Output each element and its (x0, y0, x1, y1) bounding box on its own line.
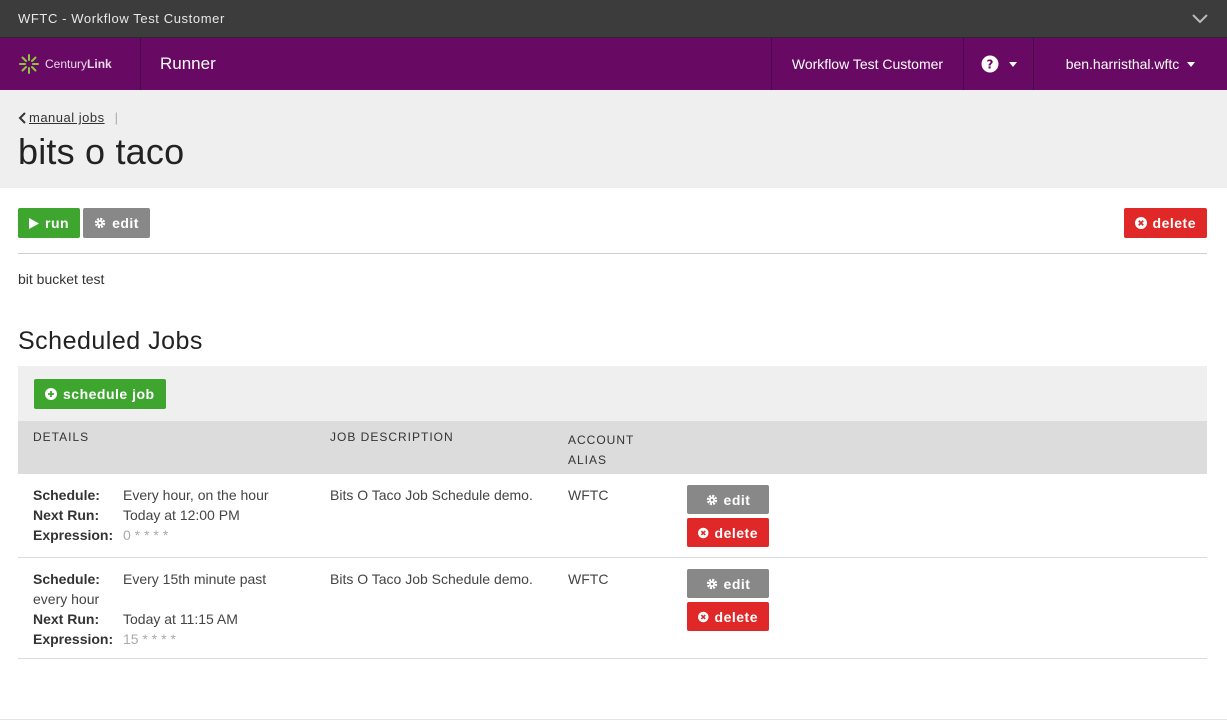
help-icon: ? (981, 55, 998, 73)
chevron-down-icon[interactable] (1191, 10, 1209, 28)
help-menu[interactable]: ? (963, 38, 1033, 90)
scheduled-jobs-panel: schedule job DETAILS JOB DESCRIPTION ACC… (18, 366, 1207, 659)
breadcrumb-separator: | (114, 110, 118, 125)
table-row: Schedule: Every hour, on the hour Next Ru… (18, 474, 1207, 558)
next-run-value: Today at 11:15 AM (123, 611, 238, 627)
footer-divider (0, 719, 1227, 720)
caret-down-icon (1008, 61, 1017, 67)
gear-icon (706, 578, 717, 589)
schedule-description: Bits O Taco Job Schedule demo. (330, 487, 533, 503)
top-navbar: CenturyLink Runner Workflow Test Custome… (0, 38, 1227, 90)
column-header-job-description: JOB DESCRIPTION (330, 430, 454, 444)
scheduled-jobs-toolbar: schedule job (18, 366, 1207, 421)
remove-circle-icon (698, 611, 709, 622)
gear-icon (706, 494, 717, 505)
customer-menu[interactable]: Workflow Test Customer (771, 38, 963, 90)
expression-value: 15 * * * * (123, 631, 176, 647)
page-title: bits o taco (18, 131, 185, 172)
centurylink-logo-icon (19, 54, 39, 74)
column-header-account-alias: ACCOUNT ALIAS (568, 433, 635, 467)
account-alias: WFTC (568, 571, 609, 587)
play-icon (29, 217, 39, 229)
schedule-job-button[interactable]: schedule job (34, 379, 166, 409)
schedule-description: Bits O Taco Job Schedule demo. (330, 571, 533, 587)
chevron-left-icon (18, 111, 26, 124)
user-name: ben.harristhal.wftc (1065, 56, 1180, 72)
table-row: Schedule: Every 15th minute past every ho… (18, 558, 1207, 659)
edit-schedule-button[interactable]: edit (687, 485, 769, 514)
caret-down-icon (1187, 61, 1196, 67)
table-header: DETAILS JOB DESCRIPTION ACCOUNT ALIAS (18, 421, 1207, 474)
brand-logo[interactable]: CenturyLink (0, 38, 141, 90)
schedule-details: Schedule: Every 15th minute past every ho… (33, 569, 330, 658)
schedule-value-continued: every hour (33, 591, 100, 607)
next-run-value: Today at 12:00 PM (123, 507, 240, 523)
brand-text: CenturyLink (45, 57, 112, 71)
schedule-value: Every 15th minute past (123, 571, 267, 587)
window-title: WFTC - Workflow Test Customer (18, 11, 225, 26)
plus-circle-icon (45, 388, 57, 400)
schedule-details: Schedule: Every hour, on the hour Next Ru… (33, 487, 269, 543)
delete-button[interactable]: delete (1123, 208, 1207, 238)
breadcrumb-link-manual-jobs[interactable]: manual jobs (29, 110, 105, 125)
app-name[interactable]: Runner (141, 38, 771, 90)
svg-text:?: ? (986, 58, 993, 72)
edit-button[interactable]: edit (83, 208, 150, 238)
job-description: bit bucket test (18, 271, 105, 287)
row-actions: edit delete (687, 569, 769, 658)
schedule-value: Every hour, on the hour (123, 487, 269, 503)
delete-schedule-button[interactable]: delete (687, 518, 769, 547)
edit-schedule-button[interactable]: edit (687, 569, 769, 598)
gear-icon (94, 217, 106, 229)
window-titlebar: WFTC - Workflow Test Customer (0, 0, 1227, 38)
breadcrumb: manual jobs | (18, 110, 1209, 125)
scheduled-jobs-title: Scheduled Jobs (18, 327, 203, 355)
column-header-details: DETAILS (33, 430, 90, 444)
account-alias: WFTC (568, 487, 609, 503)
user-menu[interactable]: ben.harristhal.wftc (1033, 38, 1227, 90)
run-button[interactable]: run (18, 208, 81, 238)
job-toolbar: run edit delete (0, 208, 1227, 238)
remove-circle-icon (698, 527, 709, 538)
delete-schedule-button[interactable]: delete (687, 602, 769, 631)
page-header: manual jobs | bits o taco (0, 90, 1227, 188)
row-actions: edit delete (687, 485, 769, 557)
remove-circle-icon (1134, 217, 1147, 229)
expression-value: 0 * * * * (123, 527, 169, 543)
